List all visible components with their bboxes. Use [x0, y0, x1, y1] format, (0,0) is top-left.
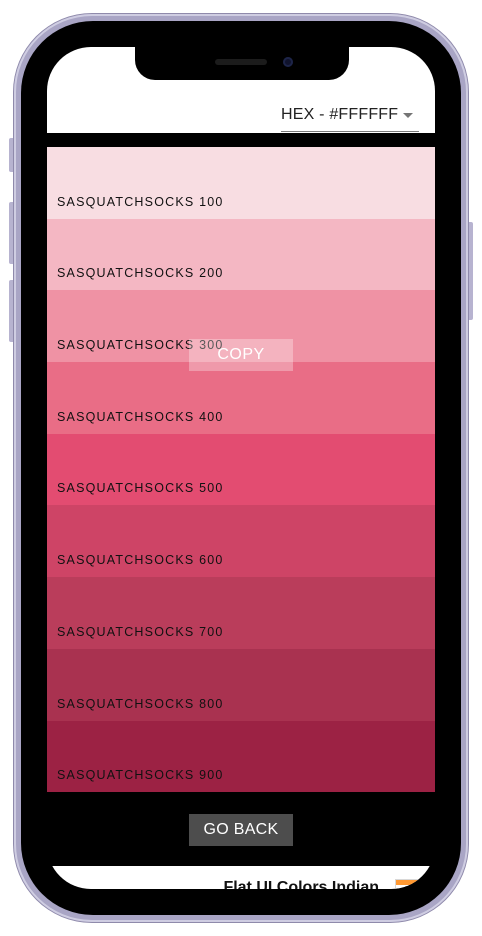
swatch-sasquatchsocks-500[interactable]: SASQUATCHSOCKS 500 — [47, 433, 435, 506]
phone-frame: HEX - #FFFFFF SASQUATCHSOCKS 100 SASQUAT… — [14, 14, 468, 922]
india-flag-icon — [395, 879, 419, 889]
swatch-sasquatchsocks-200[interactable]: SASQUATCHSOCKS 200 — [47, 218, 435, 291]
app-footer: Flat UI Colors Indian — [47, 866, 435, 889]
top-bar: HEX - #FFFFFF — [47, 47, 435, 133]
swatch-sasquatchsocks-400[interactable]: SASQUATCHSOCKS 400 — [47, 362, 435, 434]
swatch-sasquatchsocks-100[interactable]: SASQUATCHSOCKS 100 — [47, 147, 435, 219]
swatch-label: SASQUATCHSOCKS 700 — [57, 624, 224, 639]
flag-band-white — [396, 885, 418, 889]
color-format-select[interactable]: HEX - #FFFFFF — [281, 99, 419, 132]
swatch-label: SASQUATCHSOCKS 600 — [57, 553, 224, 568]
speaker-grille — [215, 59, 267, 65]
color-format-value: HEX - #FFFFFF — [281, 106, 399, 123]
swatch-sasquatchsocks-600[interactable]: SASQUATCHSOCKS 600 — [47, 505, 435, 578]
palette-title: Flat UI Colors Indian — [223, 879, 379, 889]
swatch-sasquatchsocks-900[interactable]: SASQUATCHSOCKS 900 — [47, 720, 435, 793]
swatch-label: SASQUATCHSOCKS 200 — [57, 266, 224, 281]
swatch-label: SASQUATCHSOCKS 400 — [57, 409, 224, 424]
copy-button[interactable]: COPY — [189, 339, 293, 371]
phone-bezel: HEX - #FFFFFF SASQUATCHSOCKS 100 SASQUAT… — [21, 21, 461, 915]
app-screen: HEX - #FFFFFF SASQUATCHSOCKS 100 SASQUAT… — [47, 47, 435, 889]
swatch-list: SASQUATCHSOCKS 100 SASQUATCHSOCKS 200 SA… — [47, 147, 435, 793]
notch — [135, 47, 349, 80]
chevron-down-icon — [403, 113, 413, 118]
swatch-sasquatchsocks-700[interactable]: SASQUATCHSOCKS 700 — [47, 577, 435, 649]
swatch-sasquatchsocks-800[interactable]: SASQUATCHSOCKS 800 — [47, 648, 435, 721]
swatch-label: SASQUATCHSOCKS 100 — [57, 194, 224, 209]
camera-icon — [283, 57, 293, 67]
swatch-label: SASQUATCHSOCKS 900 — [57, 768, 224, 783]
swatch-label: SASQUATCHSOCKS 500 — [57, 481, 224, 496]
go-back-button[interactable]: GO BACK — [189, 814, 293, 846]
swatch-label: SASQUATCHSOCKS 800 — [57, 696, 224, 711]
